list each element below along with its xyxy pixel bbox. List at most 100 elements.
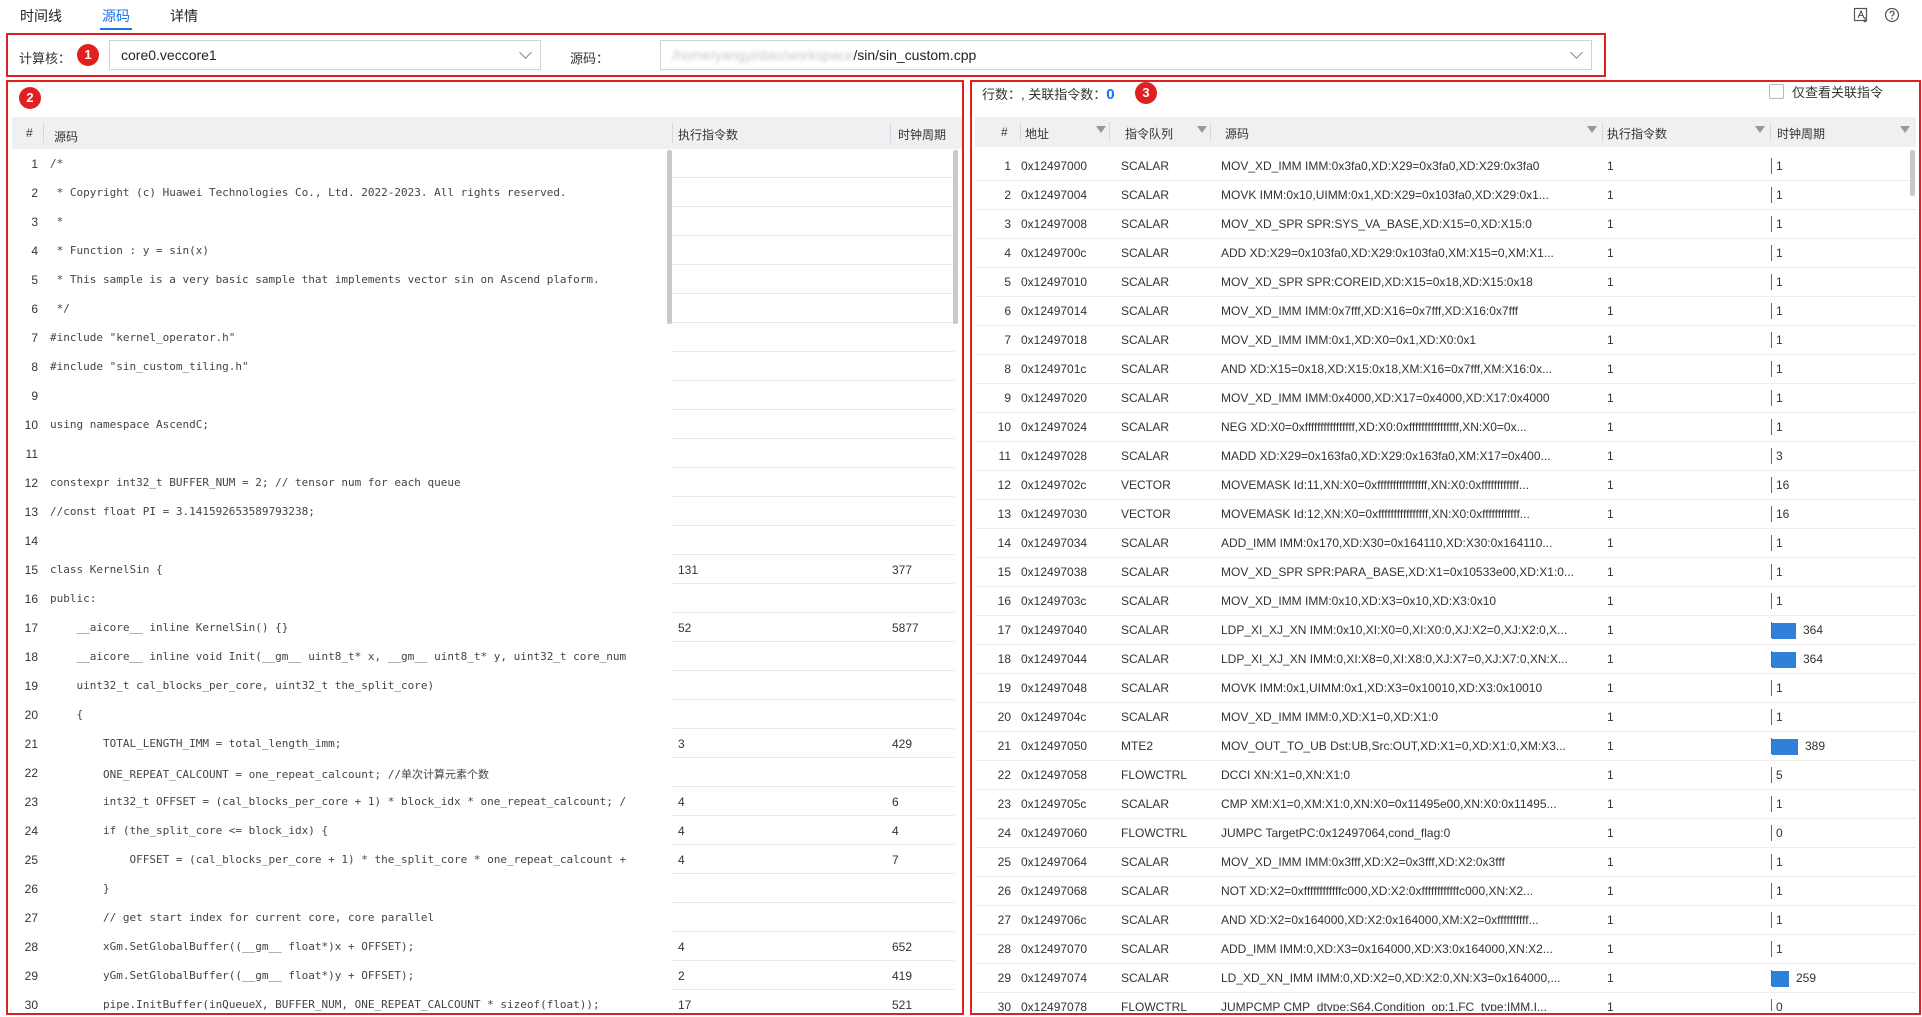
col-queue[interactable]: 指令队列: [1125, 125, 1173, 142]
only-related-checkbox[interactable]: [1769, 84, 1784, 99]
instruction-row[interactable]: 3 0x12497008 SCALAR MOV_XD_SPR SPR:SYS_VA_B…: [975, 209, 1916, 239]
instruction-row[interactable]: 21 0x12497050 MTE2 MOV_OUT_TO_UB Dst:UB,Src…: [975, 731, 1916, 761]
source-row[interactable]: 25 OFFSET = (cal_blocks_per_core + 1) * …: [12, 845, 962, 874]
source-row[interactable]: 29 yGm.SetGlobalBuffer((__gm__ float*)y …: [12, 961, 962, 990]
filter-icon[interactable]: [1096, 126, 1106, 133]
instruction-row[interactable]: 19 0x12497048 SCALAR MOVK IMM:0x1,UIMM:0x1,…: [975, 673, 1916, 703]
only-related-label[interactable]: 仅查看关联指令: [1792, 82, 1883, 101]
help-icon[interactable]: [1884, 7, 1900, 23]
col-cycles[interactable]: 时钟周期: [898, 126, 946, 143]
instruction-row[interactable]: 15 0x12497038 SCALAR MOV_XD_SPR SPR:PARA_BA…: [975, 557, 1916, 587]
instruction-row[interactable]: 1 0x12497000 SCALAR MOV_XD_IMM IMM:0x3fa0,X…: [975, 151, 1916, 181]
cycle-bar: [1772, 652, 1796, 668]
source-row[interactable]: 16 public:: [12, 584, 962, 613]
source-select[interactable]: /home/yangyi/dao/workspace/sin/sin_custo…: [660, 40, 1592, 70]
source-row[interactable]: 9: [12, 381, 962, 410]
instruction-row[interactable]: 18 0x12497044 SCALAR LDP_XI_XJ_XN IMM:0,XI:…: [975, 644, 1916, 674]
source-row[interactable]: 4 * Function : y = sin(x): [12, 236, 962, 265]
tab-timeline[interactable]: 时间线: [20, 6, 62, 26]
filter-icon[interactable]: [1587, 126, 1597, 133]
source-row[interactable]: 8 #include "sin_custom_tiling.h": [12, 352, 962, 381]
source-row[interactable]: 23 int32_t OFFSET = (cal_blocks_per_core…: [12, 787, 962, 816]
source-table-scrollbar[interactable]: [953, 150, 958, 324]
instruction-row[interactable]: 5 0x12497010 SCALAR MOV_XD_SPR SPR:COREID,X…: [975, 267, 1916, 297]
source-row[interactable]: 20 {: [12, 700, 962, 729]
instruction-row[interactable]: 2 0x12497004 SCALAR MOVK IMM:0x10,UIMM:0x1,…: [975, 180, 1916, 210]
row-number: 9: [1004, 391, 1011, 405]
instruction-row[interactable]: 23 0x1249705c SCALAR CMP XM:X1=0,XM:X1:0,XN…: [975, 789, 1916, 819]
col-source[interactable]: 源码: [1225, 125, 1249, 142]
source-row[interactable]: 11: [12, 439, 962, 468]
instruction-row[interactable]: 12 0x1249702c VECTOR MOVEMASK Id:11,XN:X0=0…: [975, 470, 1916, 500]
source-row[interactable]: 5 * This sample is a very basic sample t…: [12, 265, 962, 294]
instruction-summary: 行数：, 关联指令数：0: [982, 84, 1115, 103]
instruction-row[interactable]: 10 0x12497024 SCALAR NEG XD:X0=0xffffffffff…: [975, 412, 1916, 442]
source-row[interactable]: 30 pipe.InitBuffer(inQueueX, BUFFER_NUM,…: [12, 990, 962, 1011]
filter-icon[interactable]: [1197, 126, 1207, 133]
source-row[interactable]: 18 __aicore__ inline void Init(__gm__ ui…: [12, 642, 962, 671]
instruction-row[interactable]: 29 0x12497074 SCALAR LD_XD_XN_IMM IMM:0,XD:…: [975, 963, 1916, 993]
instruction-row[interactable]: 17 0x12497040 SCALAR LDP_XI_XJ_XN IMM:0x10,…: [975, 615, 1916, 645]
code-line: pipe.InitBuffer(inQueueX, BUFFER_NUM, ON…: [50, 998, 600, 1011]
tab-details[interactable]: 详情: [170, 6, 198, 26]
source-row[interactable]: 27 // get start index for current core, …: [12, 903, 962, 932]
filter-icon[interactable]: [1900, 126, 1910, 133]
instruction-row[interactable]: 26 0x12497068 SCALAR NOT XD:X2=0xffffffffff…: [975, 876, 1916, 906]
tab-source[interactable]: 源码: [100, 6, 132, 30]
source-row[interactable]: 1 /*: [12, 149, 962, 178]
export-icon[interactable]: [1853, 7, 1869, 23]
instruction-row[interactable]: 7 0x12497018 SCALAR MOV_XD_IMM IMM:0x1,XD:X…: [975, 325, 1916, 355]
source-row[interactable]: 10 using namespace AscendC;: [12, 410, 962, 439]
source-row[interactable]: 15 class KernelSin {131 377: [12, 555, 962, 584]
source-row[interactable]: 26 }: [12, 874, 962, 903]
instruction-row[interactable]: 11 0x12497028 SCALAR MADD XD:X29=0x163fa0,X…: [975, 441, 1916, 471]
queue-cell: SCALAR: [1121, 797, 1170, 811]
instruction-row[interactable]: 4 0x1249700c SCALAR ADD XD:X29=0x103fa0,XD:…: [975, 238, 1916, 268]
instruction-row[interactable]: 24 0x12497060 FLOWCTRL JUMPC TargetPC:0x124…: [975, 818, 1916, 848]
source-row[interactable]: 17 __aicore__ inline KernelSin() {} 52 587…: [12, 613, 962, 642]
source-row[interactable]: 2 * Copyright (c) Huawei Technologies Co…: [12, 178, 962, 207]
queue-cell: VECTOR: [1121, 507, 1171, 521]
queue-cell: SCALAR: [1121, 942, 1170, 956]
instruction-row[interactable]: 20 0x1249704c SCALAR MOV_XD_IMM IMM:0,XD:X1…: [975, 702, 1916, 732]
source-row[interactable]: 14: [12, 526, 962, 555]
filter-icon[interactable]: [1755, 126, 1765, 133]
queue-cell: SCALAR: [1121, 652, 1170, 666]
instruction-row[interactable]: 30 0x12497078 FLOWCTRL JUMPCMP CMP_dtype:S6…: [975, 992, 1916, 1011]
col-address[interactable]: 地址: [1025, 125, 1049, 142]
source-row[interactable]: 6 */: [12, 294, 962, 323]
instruction-row[interactable]: 16 0x1249703c SCALAR MOV_XD_IMM IMM:0x10,XD…: [975, 586, 1916, 616]
source-row[interactable]: 22 ONE_REPEAT_CALCOUNT = one_repeat_calc…: [12, 758, 962, 787]
source-row[interactable]: 12 constexpr int32_t BUFFER_NUM = 2; // t…: [12, 468, 962, 497]
col-cycles[interactable]: 时钟周期: [1777, 125, 1825, 142]
instruction-row[interactable]: 8 0x1249701c SCALAR AND XD:X15=0x18,XD:X15:…: [975, 354, 1916, 384]
code-line: int32_t OFFSET = (cal_blocks_per_core + …: [50, 795, 627, 808]
source-row[interactable]: 7 #include "kernel_operator.h": [12, 323, 962, 352]
source-row[interactable]: 28 xGm.SetGlobalBuffer((__gm__ float*)x …: [12, 932, 962, 961]
instruction-row[interactable]: 27 0x1249706c SCALAR AND XD:X2=0x164000,XD:…: [975, 905, 1916, 935]
source-row[interactable]: 21 TOTAL_LENGTH_IMM = total_length_imm; 3…: [12, 729, 962, 758]
instruction-row[interactable]: 13 0x12497030 VECTOR MOVEMASK Id:12,XN:X0=0…: [975, 499, 1916, 529]
source-table-body[interactable]: 1 /* 2 * Copyright (c) Huawei Technologies…: [12, 149, 962, 1011]
queue-cell: SCALAR: [1121, 420, 1170, 434]
instruction-table-body[interactable]: 1 0x12497000 SCALAR MOV_XD_IMM IMM:0x3fa0,X…: [975, 151, 1916, 1011]
col-exec[interactable]: 执行指令数: [1607, 125, 1667, 142]
instruction-row[interactable]: 9 0x12497020 SCALAR MOV_XD_IMM IMM:0x4000,X…: [975, 383, 1916, 413]
instruction-table-scrollbar[interactable]: [1910, 150, 1915, 196]
address-cell: 0x1249702c: [1021, 478, 1087, 492]
instruction-row[interactable]: 28 0x12497070 SCALAR ADD_IMM IMM:0,XD:X3=0x…: [975, 934, 1916, 964]
source-row[interactable]: 19 uint32_t cal_blocks_per_core, uint32_…: [12, 671, 962, 700]
instruction-row[interactable]: 6 0x12497014 SCALAR MOV_XD_IMM IMM:0x7fff,X…: [975, 296, 1916, 326]
source-row[interactable]: 3 *: [12, 207, 962, 236]
source-row[interactable]: 13 //const float PI = 3.14159265358979323…: [12, 497, 962, 526]
address-cell: 0x12497068: [1021, 884, 1088, 898]
code-scrollbar[interactable]: [667, 150, 672, 324]
source-cell: MOV_XD_IMM IMM:0x1,XD:X0=0x1,XD:X0:0x1: [1221, 333, 1477, 347]
instruction-row[interactable]: 25 0x12497064 SCALAR MOV_XD_IMM IMM:0x3fff,…: [975, 847, 1916, 877]
source-row[interactable]: 24 if (the_split_core <= block_idx) {4 4: [12, 816, 962, 845]
core-select[interactable]: core0.veccore1: [109, 40, 541, 70]
instruction-row[interactable]: 22 0x12497058 FLOWCTRL DCCI XN:X1=0,XN:X1:0…: [975, 760, 1916, 790]
source-table-header: # 源码 执行指令数 时钟周期: [12, 117, 962, 149]
col-exec[interactable]: 执行指令数: [678, 126, 738, 143]
instruction-row[interactable]: 14 0x12497034 SCALAR ADD_IMM IMM:0x170,XD:X…: [975, 528, 1916, 558]
